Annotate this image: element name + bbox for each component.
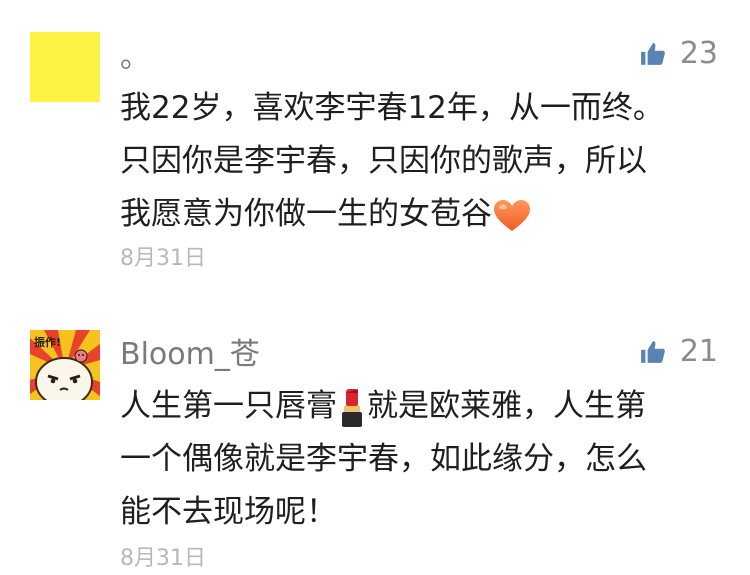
avatar-sticker-image: 振作! xyxy=(30,330,100,400)
comment-line: 只因你是李宇春，只因你的歌声，所以 xyxy=(120,143,647,179)
like-count: 21 xyxy=(679,334,718,369)
avatar[interactable]: 振作! xyxy=(30,330,100,400)
comment-line: 我愿意为你做一生的女苞谷 xyxy=(120,188,720,241)
comment-date: 8月31日 xyxy=(120,546,206,571)
avatar[interactable] xyxy=(30,32,100,102)
like-count: 23 xyxy=(679,36,718,71)
avatar-sticker-text: 振作! xyxy=(34,335,61,349)
comment-line: 我22岁，喜欢李宇春12年，从一而终。 xyxy=(120,90,664,126)
comment-line: 能不去现场呢！ xyxy=(120,494,337,530)
comment-date: 8月31日 xyxy=(120,246,206,271)
comment-line: 一个偶像就是李宇春，如此缘分，怎么 xyxy=(120,441,647,477)
thumbs-up-icon xyxy=(640,43,665,65)
lipstick-icon xyxy=(342,388,362,427)
comment-text: 人生第一只唇膏 就是欧莱雅，人生第 一个偶像就是李宇春，如此缘分，怎么 能不去现… xyxy=(120,380,720,539)
nickname[interactable]: 。 xyxy=(120,38,150,78)
comment-text: 我22岁，喜欢李宇春12年，从一而终。 只因你是李宇春，只因你的歌声，所以 我愿… xyxy=(120,82,720,241)
like-button[interactable]: 23 xyxy=(640,34,718,74)
orange-heart-icon xyxy=(494,199,530,231)
like-button[interactable]: 21 xyxy=(640,332,718,372)
thumbs-up-icon xyxy=(640,341,665,363)
comment-line: 人生第一只唇膏 就是欧莱雅，人生第 xyxy=(120,380,720,433)
nickname[interactable]: Bloom_苍 xyxy=(120,335,260,375)
